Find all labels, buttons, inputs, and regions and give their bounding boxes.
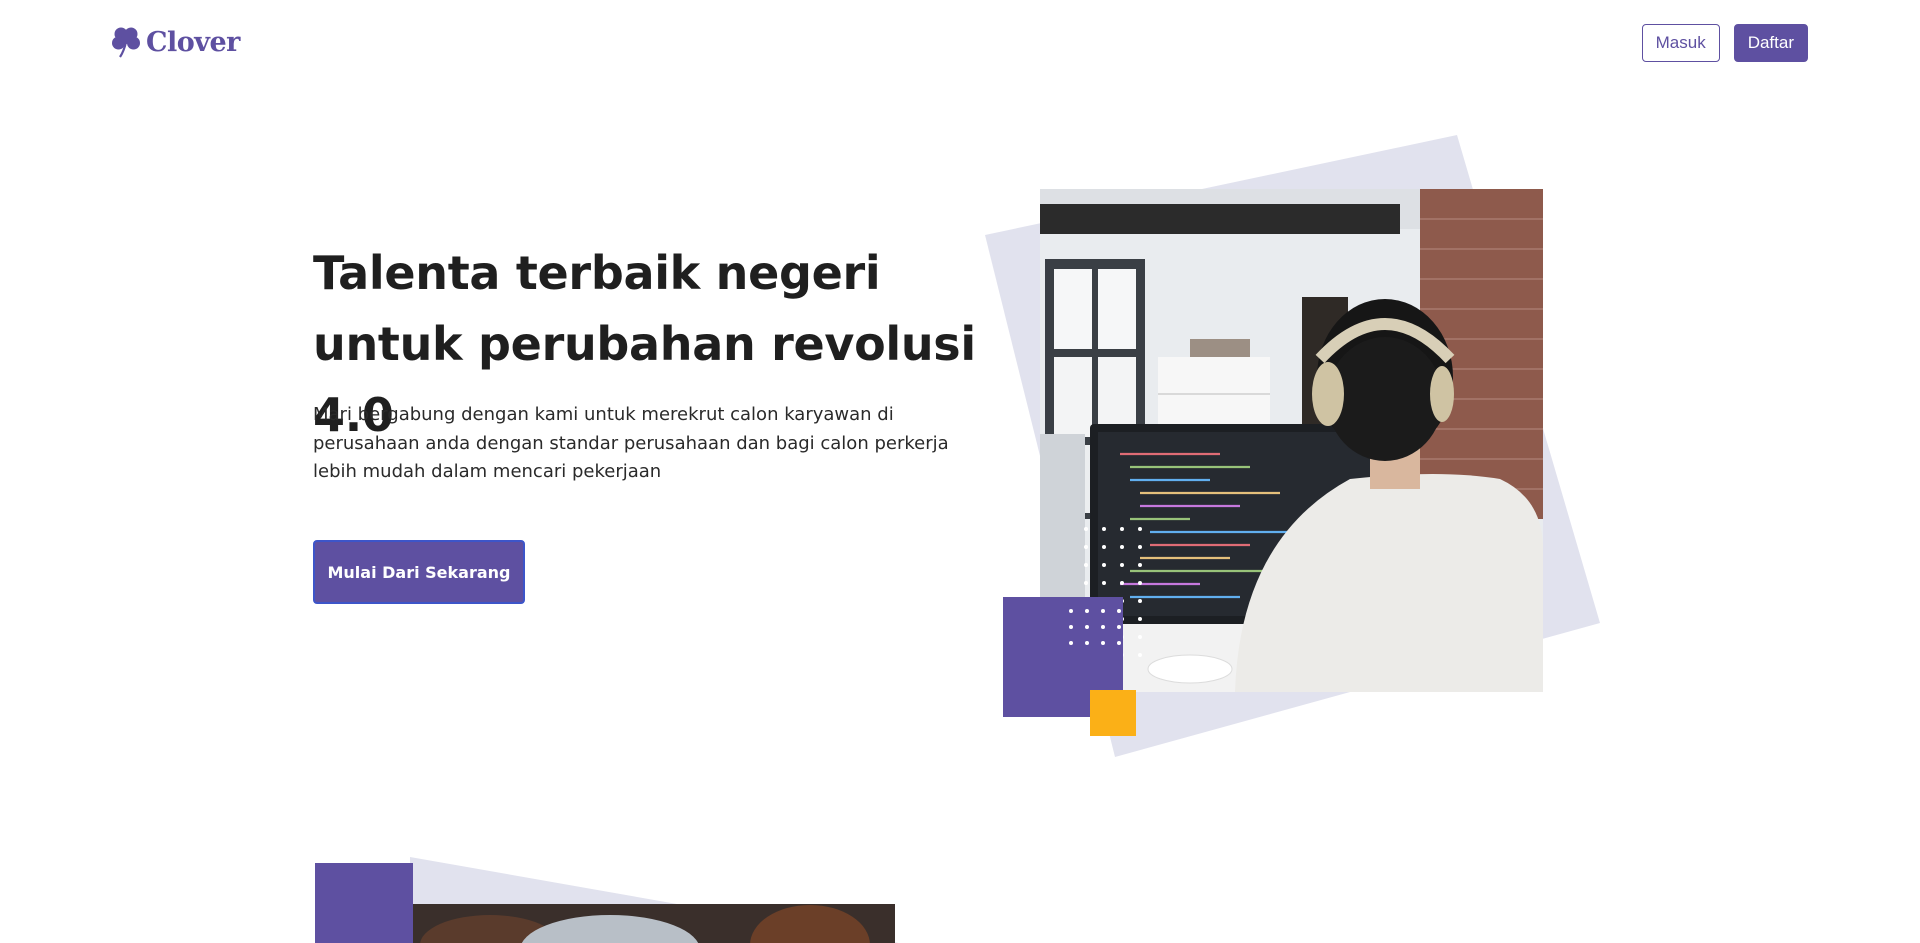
hero-illustration bbox=[970, 130, 1610, 770]
clover-leaf-icon bbox=[112, 27, 140, 58]
get-started-button[interactable]: Mulai Dari Sekarang bbox=[313, 540, 525, 604]
brand-logo[interactable]: Clover bbox=[112, 25, 240, 59]
yellow-square-decoration bbox=[1090, 690, 1136, 736]
hero-subtitle: Mari bergabung dengan kami untuk merekru… bbox=[313, 404, 949, 482]
second-section-illustration bbox=[310, 855, 910, 943]
register-button[interactable]: Daftar bbox=[1733, 24, 1808, 62]
auth-nav: Masuk Daftar bbox=[1641, 24, 1808, 62]
brand-name: Clover bbox=[146, 26, 240, 58]
second-section-art bbox=[315, 857, 899, 943]
login-button[interactable]: Masuk bbox=[1641, 24, 1720, 62]
